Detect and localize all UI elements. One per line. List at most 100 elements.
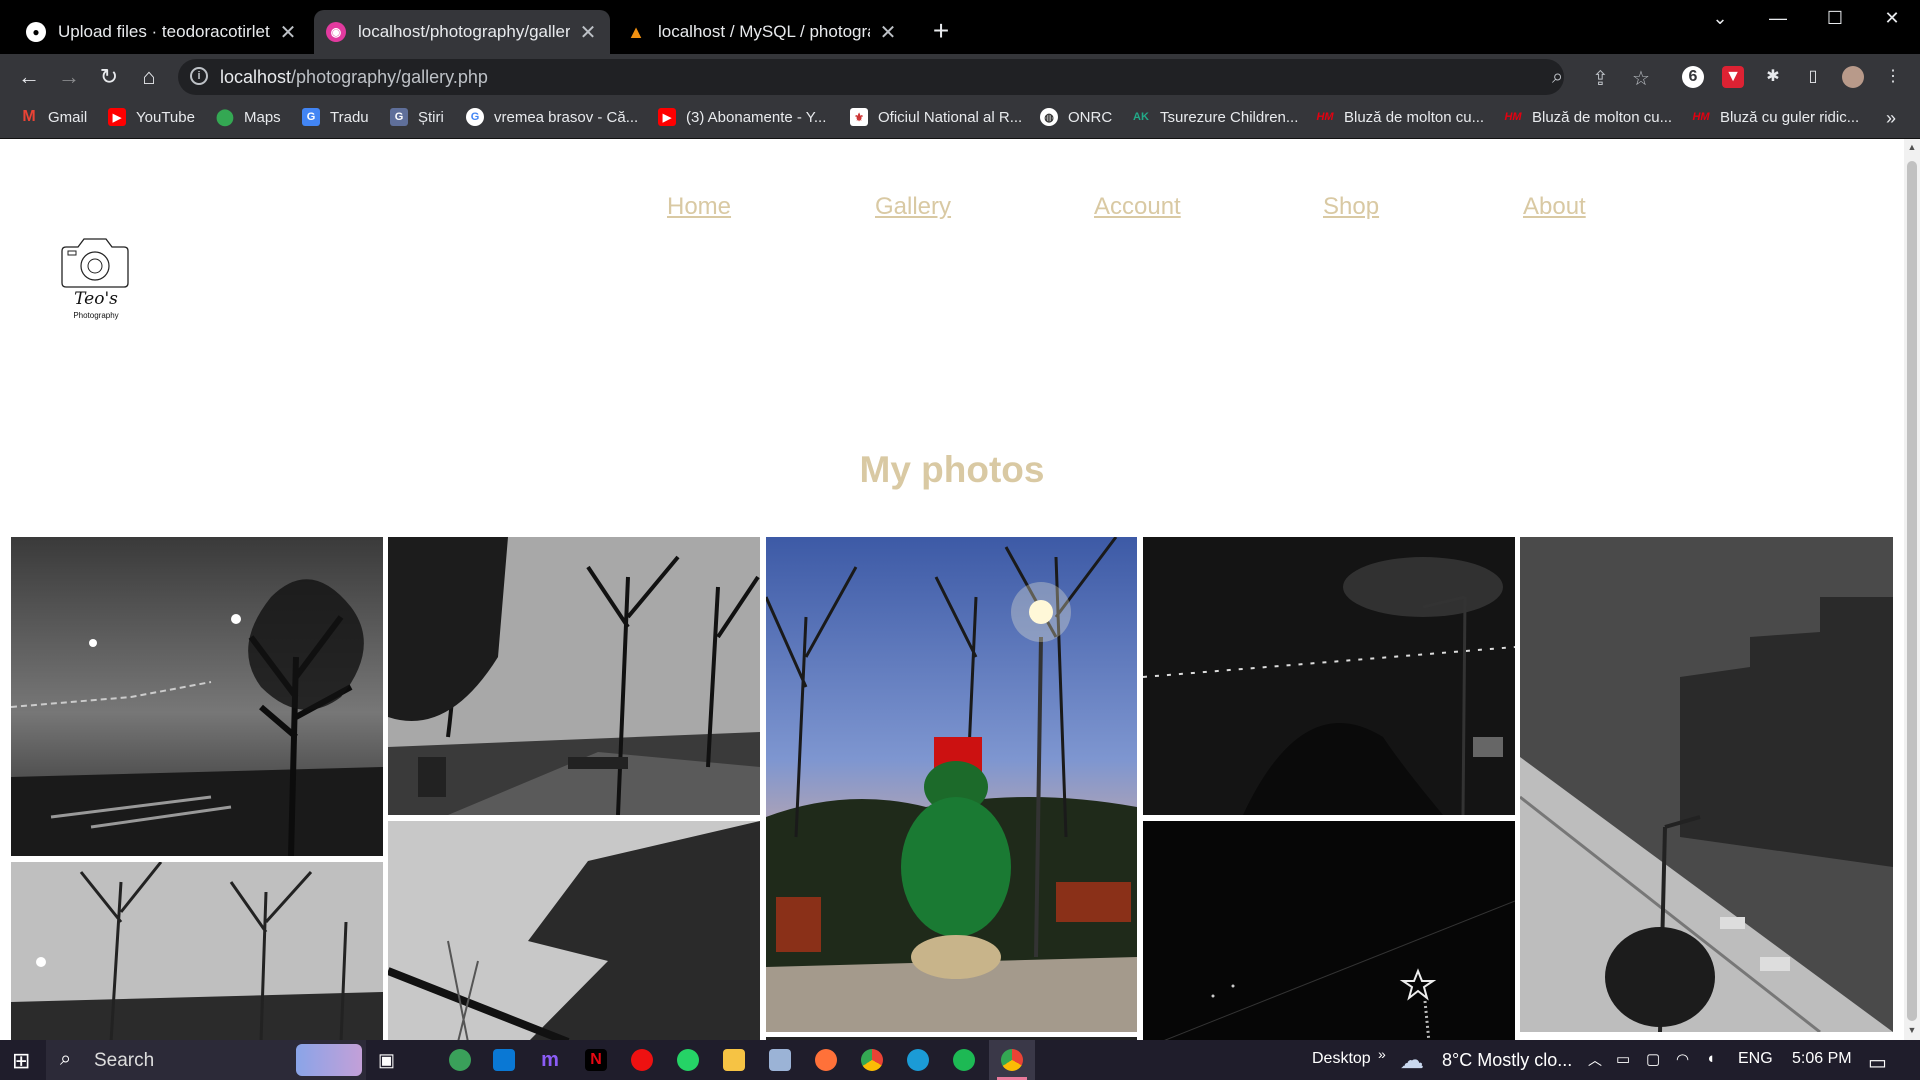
bookmark-label: Tradu <box>330 108 369 126</box>
home-button[interactable]: ⌂ <box>134 62 164 92</box>
taskbar-search-box[interactable]: ⌕ Search <box>46 1040 366 1080</box>
menu-icon[interactable]: ⋮ <box>1882 66 1904 88</box>
back-button[interactable]: ← <box>14 62 44 92</box>
meet-icon[interactable]: ▢ <box>1646 1050 1660 1068</box>
scroll-up-icon[interactable]: ▲ <box>1904 142 1920 152</box>
page-title: My photos <box>859 449 1045 490</box>
taskbar-active-app[interactable] <box>989 1040 1035 1080</box>
gallery-photo[interactable] <box>388 821 760 1040</box>
netflix-icon[interactable]: N <box>585 1049 607 1071</box>
logo-text: Teo's <box>74 289 118 309</box>
gallery-photo[interactable] <box>11 537 383 856</box>
bookmark-maps[interactable]: ⬤ Maps <box>216 108 281 127</box>
nav-shop[interactable]: Shop <box>1323 193 1379 221</box>
gallery-photo[interactable] <box>766 537 1137 1032</box>
close-icon[interactable]: ✕ <box>578 20 598 45</box>
forward-button[interactable]: → <box>54 62 84 92</box>
reload-button[interactable]: ↻ <box>94 62 124 92</box>
notepad-icon[interactable] <box>769 1049 791 1071</box>
firefox-icon[interactable] <box>815 1049 837 1071</box>
bookmark-hm-1[interactable]: HM Bluză de molton cu... <box>1316 108 1484 126</box>
search-highlight-icon <box>296 1044 362 1076</box>
hm-icon: HM <box>1316 111 1334 123</box>
gallery-photo[interactable] <box>388 537 760 815</box>
scroll-down-icon[interactable]: ▼ <box>1904 1025 1920 1035</box>
weather-text[interactable]: 8°C Mostly clo... <box>1442 1050 1572 1071</box>
chrome-icon[interactable] <box>861 1049 883 1071</box>
bookmark-label: Oficiul National al R... <box>878 108 1023 126</box>
google-icon: G <box>466 108 484 126</box>
tab-github[interactable]: ● Upload files · teodoracotirlet/we ✕ <box>14 10 310 54</box>
avatar[interactable] <box>1842 66 1864 88</box>
scrollbar-thumb[interactable] <box>1907 161 1917 1021</box>
wifi-icon[interactable]: ◠ <box>1676 1050 1689 1068</box>
mail-icon[interactable] <box>493 1049 515 1071</box>
volume-icon[interactable]: ◖ <box>1706 1050 1715 1067</box>
nav-gallery[interactable]: Gallery <box>875 193 951 221</box>
spotify-icon[interactable] <box>953 1049 975 1071</box>
bookmark-label: Tsurezure Children... <box>1160 108 1299 126</box>
maximize-button[interactable]: ☐ <box>1815 8 1855 29</box>
opera-icon[interactable] <box>631 1049 653 1071</box>
extension-icon[interactable]: 6 <box>1682 66 1704 88</box>
bookmark-oficiul[interactable]: ⚜ Oficiul National al R... <box>850 108 1022 126</box>
language-indicator[interactable]: ENG <box>1738 1050 1773 1068</box>
new-tab-button[interactable]: + <box>926 16 956 46</box>
bookmark-stiri[interactable]: G Știri <box>390 108 444 126</box>
notification-icon[interactable]: ▭ <box>1868 1050 1887 1075</box>
file-explorer-icon[interactable] <box>723 1049 745 1071</box>
nav-account[interactable]: Account <box>1094 193 1181 221</box>
bookmark-vremea[interactable]: Gvremea brasov - Că... <box>466 108 638 126</box>
gallery-photo[interactable] <box>11 862 383 1040</box>
gallery-photo[interactable] <box>1143 821 1515 1040</box>
puzzle-icon[interactable]: ✱ <box>1762 66 1784 88</box>
close-window-button[interactable]: ✕ <box>1872 8 1912 29</box>
info-icon[interactable]: i <box>190 67 208 85</box>
nav-home[interactable]: Home <box>667 193 731 221</box>
bookmark-youtube[interactable]: ▶ YouTube <box>108 108 195 126</box>
bookmark-hm-2[interactable]: HM Bluză de molton cu... <box>1504 108 1672 126</box>
minimize-button[interactable]: — <box>1758 8 1798 29</box>
star-icon[interactable]: ☆ <box>1632 66 1650 91</box>
close-icon[interactable]: ✕ <box>278 20 298 45</box>
chevron-right-icon[interactable]: » <box>1378 1046 1386 1062</box>
clock[interactable]: 5:06 PM <box>1792 1050 1852 1068</box>
zoom-icon[interactable]: ⌕ <box>1552 66 1563 89</box>
nav-about[interactable]: About <box>1523 193 1586 221</box>
anime-icon: AK <box>1133 111 1149 123</box>
bookmark-gmail[interactable]: M Gmail <box>20 108 87 126</box>
tab-search-icon[interactable]: ⌄ <box>1700 8 1740 29</box>
site-logo[interactable]: Teo's Photography <box>56 233 136 325</box>
bookmark-hm-3[interactable]: HM Bluză cu guler ridic... <box>1692 108 1859 126</box>
m-app-icon[interactable]: m <box>539 1049 561 1071</box>
gallery-photo[interactable] <box>1520 537 1893 1032</box>
cloud-icon[interactable]: ☁ <box>1400 1046 1424 1075</box>
bookmark-tsurezure[interactable]: AK Tsurezure Children... <box>1132 108 1298 126</box>
address-bar[interactable]: i localhost/photography/gallery.php ⌕ ⇪ … <box>178 59 1650 95</box>
battery-icon[interactable]: ▭ <box>1616 1050 1630 1068</box>
pocket-icon[interactable]: ▼ <box>1722 66 1744 88</box>
close-icon[interactable]: ✕ <box>878 20 898 45</box>
bookmark-label: vremea brasov - Că... <box>494 108 639 126</box>
url-text[interactable]: localhost/photography/gallery.php <box>220 67 488 88</box>
share-icon[interactable]: ⇪ <box>1592 66 1609 91</box>
windows-start-icon[interactable]: ⊞ <box>12 1048 30 1074</box>
gallery-photo[interactable] <box>1143 537 1515 815</box>
bookmarks-overflow-icon[interactable]: » <box>1886 108 1896 129</box>
tab-phpmyadmin[interactable]: ▲ localhost / MySQL / photography ✕ <box>614 10 910 54</box>
task-view-icon[interactable]: ▣ <box>378 1050 395 1071</box>
bookmark-abonamente[interactable]: ▶ (3) Abonamente - Y... <box>658 108 826 126</box>
app-icon[interactable] <box>449 1049 471 1071</box>
bookmark-onrc[interactable]: ◍ ONRC <box>1040 108 1112 126</box>
tab-gallery[interactable]: ◉ localhost/photography/gallery.ph ✕ <box>314 10 610 54</box>
chevron-up-icon[interactable]: ︿ <box>1588 1050 1602 1070</box>
desktop-toolbar[interactable]: Desktop <box>1312 1050 1371 1068</box>
edge-icon[interactable] <box>907 1049 929 1071</box>
sidepanel-icon[interactable]: ▯ <box>1802 66 1824 88</box>
toolbar: ← → ↻ ⌂ i localhost/photography/gallery.… <box>0 54 1920 100</box>
bookmark-tradu[interactable]: G Tradu <box>302 108 369 126</box>
page-viewport: Teo's Photography Home Gallery Account S… <box>0 139 1904 1040</box>
maps-icon: ⬤ <box>216 109 234 126</box>
page-scrollbar[interactable]: ▲ ▼ <box>1904 139 1920 1040</box>
whatsapp-icon[interactable] <box>677 1049 699 1071</box>
